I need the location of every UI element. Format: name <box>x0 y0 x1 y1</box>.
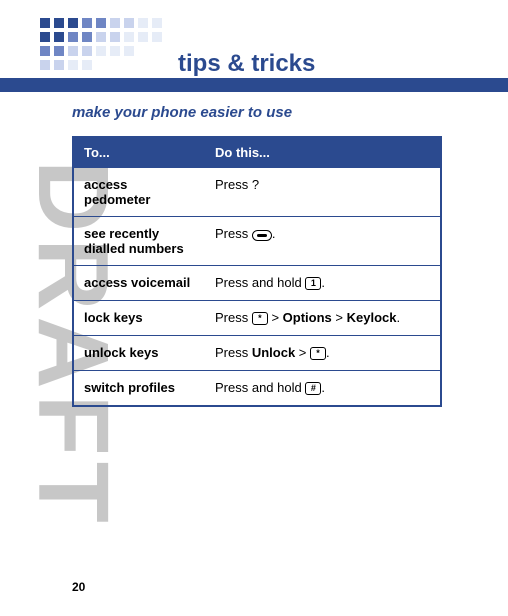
send-key-icon <box>252 230 272 241</box>
task-cell: access pedometer <box>73 168 205 217</box>
one-key-icon: 1 <box>305 277 321 290</box>
tips-table: To... Do this... access pedometer Press … <box>72 136 442 407</box>
task-cell: unlock keys <box>73 336 205 371</box>
task-cell: switch profiles <box>73 371 205 407</box>
table-row: access voicemail Press and hold 1. <box>73 266 441 301</box>
col-header-do: Do this... <box>205 137 441 168</box>
header-rule <box>0 78 508 92</box>
action-cell: Press and hold 1. <box>205 266 441 301</box>
hash-key-icon: # <box>305 382 321 395</box>
table-row: see recently dialled numbers Press . <box>73 217 441 266</box>
table-row: unlock keys Press Unlock > *. <box>73 336 441 371</box>
task-cell: lock keys <box>73 301 205 336</box>
task-cell: access voicemail <box>73 266 205 301</box>
action-cell: Press ? <box>205 168 441 217</box>
star-key-icon: * <box>310 347 326 360</box>
menu-unlock: Unlock <box>252 345 295 360</box>
action-cell: Press and hold #. <box>205 371 441 407</box>
table-row: access pedometer Press ? <box>73 168 441 217</box>
action-cell: Press * > Options > Keylock. <box>205 301 441 336</box>
table-header-row: To... Do this... <box>73 137 441 168</box>
menu-keylock: Keylock <box>347 310 397 325</box>
action-cell: Press Unlock > *. <box>205 336 441 371</box>
task-cell: see recently dialled numbers <box>73 217 205 266</box>
table-row: lock keys Press * > Options > Keylock. <box>73 301 441 336</box>
col-header-to: To... <box>73 137 205 168</box>
table-row: switch profiles Press and hold #. <box>73 371 441 407</box>
decorative-squares <box>40 18 162 74</box>
menu-options: Options <box>283 310 332 325</box>
page-title: tips & tricks <box>170 50 323 78</box>
page-subtitle: make your phone easier to use <box>72 104 292 121</box>
star-key-icon: * <box>252 312 268 325</box>
page-number: 20 <box>72 580 85 594</box>
action-cell: Press . <box>205 217 441 266</box>
